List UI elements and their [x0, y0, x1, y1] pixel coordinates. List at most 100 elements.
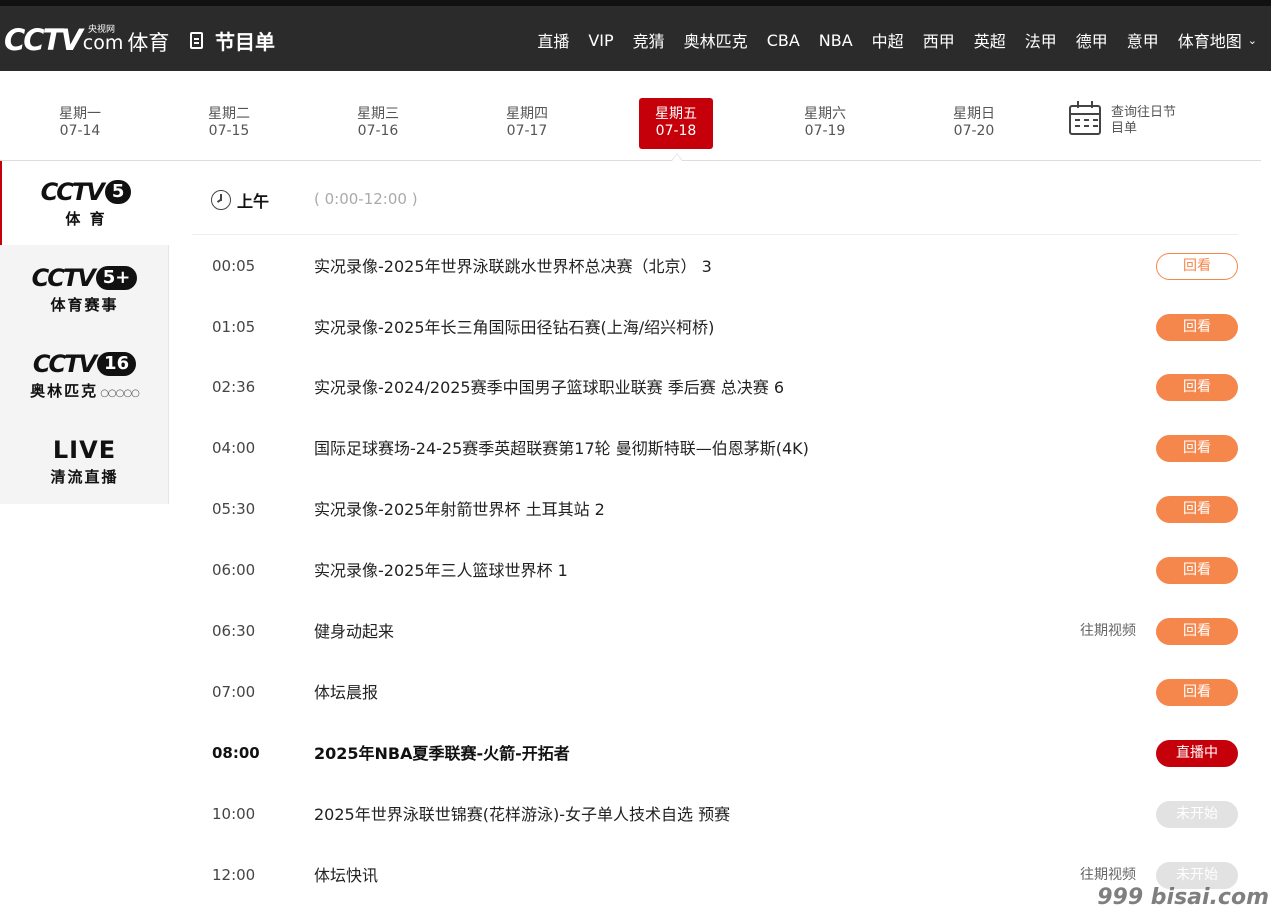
nav-cba[interactable]: CBA: [767, 28, 800, 52]
program-row: 07:00 体坛晨报 回看: [192, 662, 1238, 723]
nav-vip[interactable]: VIP: [588, 28, 613, 52]
logo-small-text: 央视网: [88, 25, 116, 35]
day-tab-fri[interactable]: 星期五 07-18: [639, 98, 713, 156]
program-title[interactable]: 实况录像-2025年射箭世界杯 土耳其站 2: [314, 479, 605, 540]
channel-logo: CCTV 5+: [32, 264, 138, 292]
day-tab-thu[interactable]: 星期四 07-17: [490, 98, 564, 148]
program-time: 00:05: [212, 257, 256, 275]
nav-seriea[interactable]: 意甲: [1127, 28, 1159, 52]
replay-button[interactable]: 回看: [1156, 374, 1238, 401]
program-title[interactable]: 国际足球赛场-24-25赛季英超联赛第17轮 曼彻斯特联—伯恩茅斯(4K): [314, 418, 809, 479]
cctv-sports-logo[interactable]: CCTV 央视网 com 体育: [4, 20, 169, 60]
nav-quiz[interactable]: 竞猜: [633, 28, 665, 52]
program-title[interactable]: 体坛晨报: [314, 662, 378, 723]
nav-laliga[interactable]: 西甲: [923, 28, 955, 52]
logo-com-text: com: [82, 32, 124, 54]
program-title[interactable]: 实况录像-2025年世界泳联跳水世界杯总决赛（北京） 3: [314, 236, 712, 297]
program-title[interactable]: 实况录像-2025年长三角国际田径钻石赛(上海/绍兴柯桥): [314, 297, 714, 358]
day-date: 07-16: [357, 123, 399, 139]
day-date: 07-17: [506, 123, 548, 139]
nav-live[interactable]: 直播: [537, 28, 569, 52]
day-weekday: 星期三: [357, 106, 399, 122]
channel-logo: CCTV 5: [41, 178, 132, 206]
nav-premier-league[interactable]: 英超: [974, 28, 1006, 52]
period-header: 上午 ( 0:00-12:00 ): [211, 188, 418, 212]
program-time: 06:00: [212, 561, 256, 579]
history-schedule-link[interactable]: 查询往日节 目单: [1069, 101, 1176, 137]
replay-button[interactable]: 回看: [1156, 679, 1238, 706]
nav-csl[interactable]: 中超: [872, 28, 904, 52]
nav-ligue1[interactable]: 法甲: [1025, 28, 1057, 52]
program-title[interactable]: 2025年世界泳联世锦赛(花样游泳)-女子单人技术自选 预赛: [314, 784, 730, 845]
replay-button[interactable]: 回看: [1156, 618, 1238, 645]
day-weekday: 星期四: [506, 106, 548, 122]
nav-olympic[interactable]: 奥林匹克: [684, 28, 748, 52]
channel-subtitle: 体育赛事: [50, 295, 119, 314]
program-row: 00:05 实况录像-2025年世界泳联跳水世界杯总决赛（北京） 3 回看: [192, 236, 1238, 297]
logo-cctv-text: CCTV: [4, 23, 83, 57]
day-tab-sun[interactable]: 星期日 07-20: [937, 98, 1011, 148]
day-weekday: 星期六: [804, 106, 846, 122]
replay-button[interactable]: 回看: [1156, 435, 1238, 462]
channel-number: 5: [104, 179, 132, 204]
document-icon: [190, 32, 203, 49]
day-tab-sat[interactable]: 星期六 07-19: [788, 98, 862, 148]
program-time: 07:00: [212, 683, 256, 701]
channel-live-clean[interactable]: LIVE 清流直播: [0, 419, 169, 503]
olympic-rings-icon: ○○○○○: [100, 387, 140, 399]
program-row: 06:30 健身动起来 往期视频 回看: [192, 601, 1238, 662]
channel-subtitle-row: 奥林匹克 ○○○○○: [30, 380, 140, 401]
program-time: 05:30: [212, 500, 256, 518]
channel-mark: CCTV: [40, 177, 105, 206]
page-title: 节目单: [190, 26, 275, 55]
day-tab-wed[interactable]: 星期三 07-16: [341, 98, 415, 148]
chevron-down-icon: ⌄: [1247, 33, 1257, 47]
program-time: 10:00: [212, 805, 256, 823]
program-time: 04:00: [212, 439, 256, 457]
nav-sports-map-label: 体育地图: [1177, 32, 1242, 51]
replay-button[interactable]: 回看: [1156, 314, 1238, 341]
program-row-live: 08:00 2025年NBA夏季联赛-火箭-开拓者 直播中: [192, 723, 1238, 784]
program-title[interactable]: 健身动起来: [314, 601, 394, 662]
program-row: 02:36 实况录像-2024/2025赛季中国男子篮球职业联赛 季后赛 总决赛…: [192, 357, 1238, 418]
program-time: 08:00: [212, 744, 260, 762]
day-date: 07-20: [953, 123, 995, 139]
program-row: 06:00 实况录像-2025年三人篮球世界杯 1 回看: [192, 540, 1238, 601]
past-videos-link[interactable]: 往期视频: [1080, 601, 1136, 662]
day-weekday: 星期一: [59, 106, 101, 122]
program-title[interactable]: 体坛快讯: [314, 845, 378, 906]
program-time: 02:36: [212, 378, 256, 396]
live-now-button[interactable]: 直播中: [1156, 740, 1238, 767]
history-line2: 目单: [1111, 121, 1138, 136]
nav-nba[interactable]: NBA: [819, 28, 853, 52]
day-date: 07-14: [59, 123, 101, 139]
channel-cctv5plus[interactable]: CCTV 5+ 体育赛事: [0, 247, 169, 331]
nav-sports-map[interactable]: 体育地图 ⌄: [1178, 28, 1257, 52]
replay-button[interactable]: 回看: [1156, 557, 1238, 584]
day-date: 07-19: [804, 123, 846, 139]
period-range: ( 0:00-12:00 ): [314, 190, 418, 208]
channel-cctv5[interactable]: CCTV 5 体 育: [0, 161, 170, 245]
program-row: 10:00 2025年世界泳联世锦赛(花样游泳)-女子单人技术自选 预赛 未开始: [192, 784, 1238, 845]
channel-mark: LIVE: [52, 435, 117, 464]
channel-logo: CCTV 16: [33, 350, 137, 378]
nav-bundesliga[interactable]: 德甲: [1076, 28, 1108, 52]
program-title[interactable]: 实况录像-2024/2025赛季中国男子篮球职业联赛 季后赛 总决赛 6: [314, 357, 784, 418]
logo-sport-text: 体育: [127, 31, 170, 55]
main-nav: 直播 VIP 竞猜 奥林匹克 CBA NBA 中超 西甲 英超 法甲 德甲 意甲…: [518, 28, 1257, 52]
program-row: 04:00 国际足球赛场-24-25赛季英超联赛第17轮 曼彻斯特联—伯恩茅斯(…: [192, 418, 1238, 479]
day-tab-tue[interactable]: 星期二 07-15: [192, 98, 266, 148]
program-title[interactable]: 2025年NBA夏季联赛-火箭-开拓者: [314, 723, 570, 784]
channel-number: 16: [97, 351, 137, 376]
day-tab-mon[interactable]: 星期一 07-14: [43, 98, 117, 148]
day-weekday: 星期二: [208, 106, 250, 122]
channel-sidebar: CCTV 5 体 育 CCTV 5+ 体育赛事 CCTV 16 奥林匹克 ○○○○○ L…: [0, 161, 170, 504]
replay-button[interactable]: 回看: [1156, 253, 1238, 280]
day-weekday: 星期五: [655, 106, 697, 122]
day-date: 07-15: [208, 123, 250, 139]
program-title[interactable]: 实况录像-2025年三人篮球世界杯 1: [314, 540, 568, 601]
not-started-badge: 未开始: [1156, 801, 1238, 828]
channel-cctv16[interactable]: CCTV 16 奥林匹克 ○○○○○: [0, 333, 169, 417]
replay-button[interactable]: 回看: [1156, 496, 1238, 523]
watermark: 999 bisai.com: [1097, 885, 1269, 910]
